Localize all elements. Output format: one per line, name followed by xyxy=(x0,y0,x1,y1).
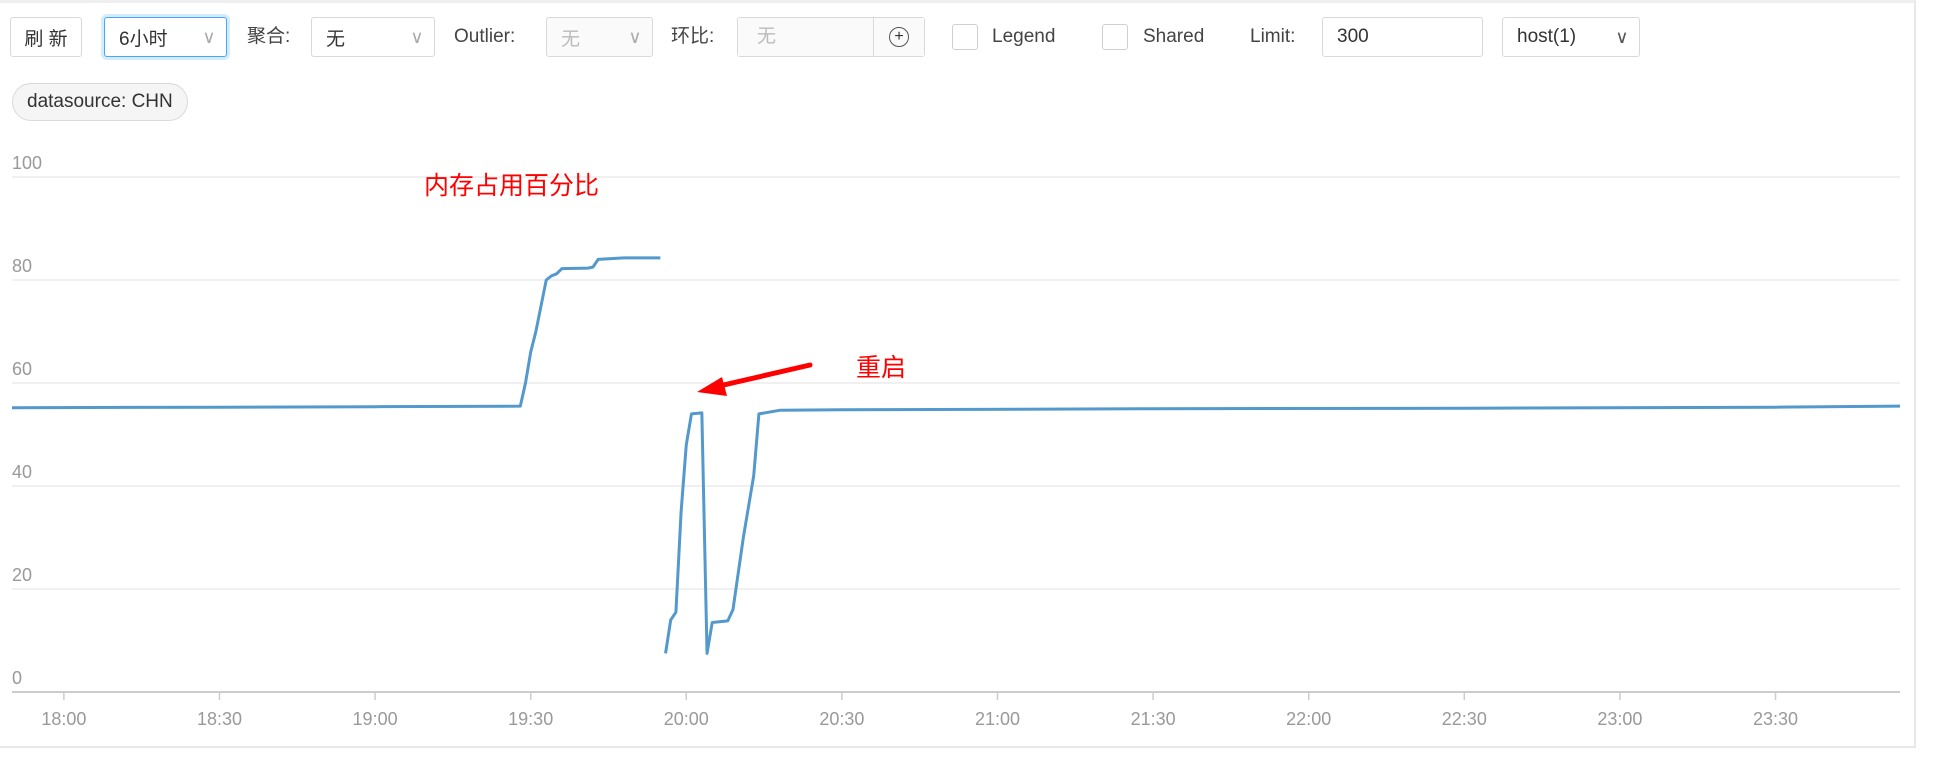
line-chart: 0 20 40 60 80 100 18:00 18:30 19:00 19:30 20:00 20:… xyxy=(11,153,1901,729)
x-tick-label: 23:00 xyxy=(1597,709,1642,729)
y-tick-label: 80 xyxy=(12,256,32,276)
metric-panel: 刷 新 6小时 ∨ 聚合: 无 ∨ Outlier: 无 ∨ 环比: 无 + Lege… xyxy=(0,0,1938,768)
x-tick-label: 23:30 xyxy=(1753,709,1798,729)
x-tick-label: 22:00 xyxy=(1286,709,1331,729)
series-line xyxy=(664,404,1901,655)
x-tick-label: 22:30 xyxy=(1442,709,1487,729)
annotation-arrow-head xyxy=(697,377,727,396)
x-tick-label: 21:30 xyxy=(1131,709,1176,729)
x-tick-label: 20:30 xyxy=(819,709,864,729)
annotation-title: 内存占用百分比 xyxy=(424,172,599,200)
x-tick-label: 20:00 xyxy=(664,709,709,729)
y-tick-label: 20 xyxy=(12,565,32,585)
x-tick-label: 19:30 xyxy=(508,709,553,729)
x-tick-label: 18:30 xyxy=(197,709,242,729)
x-tick-label: 21:00 xyxy=(975,709,1020,729)
y-tick-label: 40 xyxy=(12,462,32,482)
x-tick-label: 18:00 xyxy=(41,709,86,729)
x-tick-label: 19:00 xyxy=(353,709,398,729)
y-tick-label: 60 xyxy=(12,359,32,379)
annotation-restart: 重启 xyxy=(856,354,906,382)
y-tick-label: 100 xyxy=(12,153,42,173)
y-tick-label: 0 xyxy=(12,668,22,688)
